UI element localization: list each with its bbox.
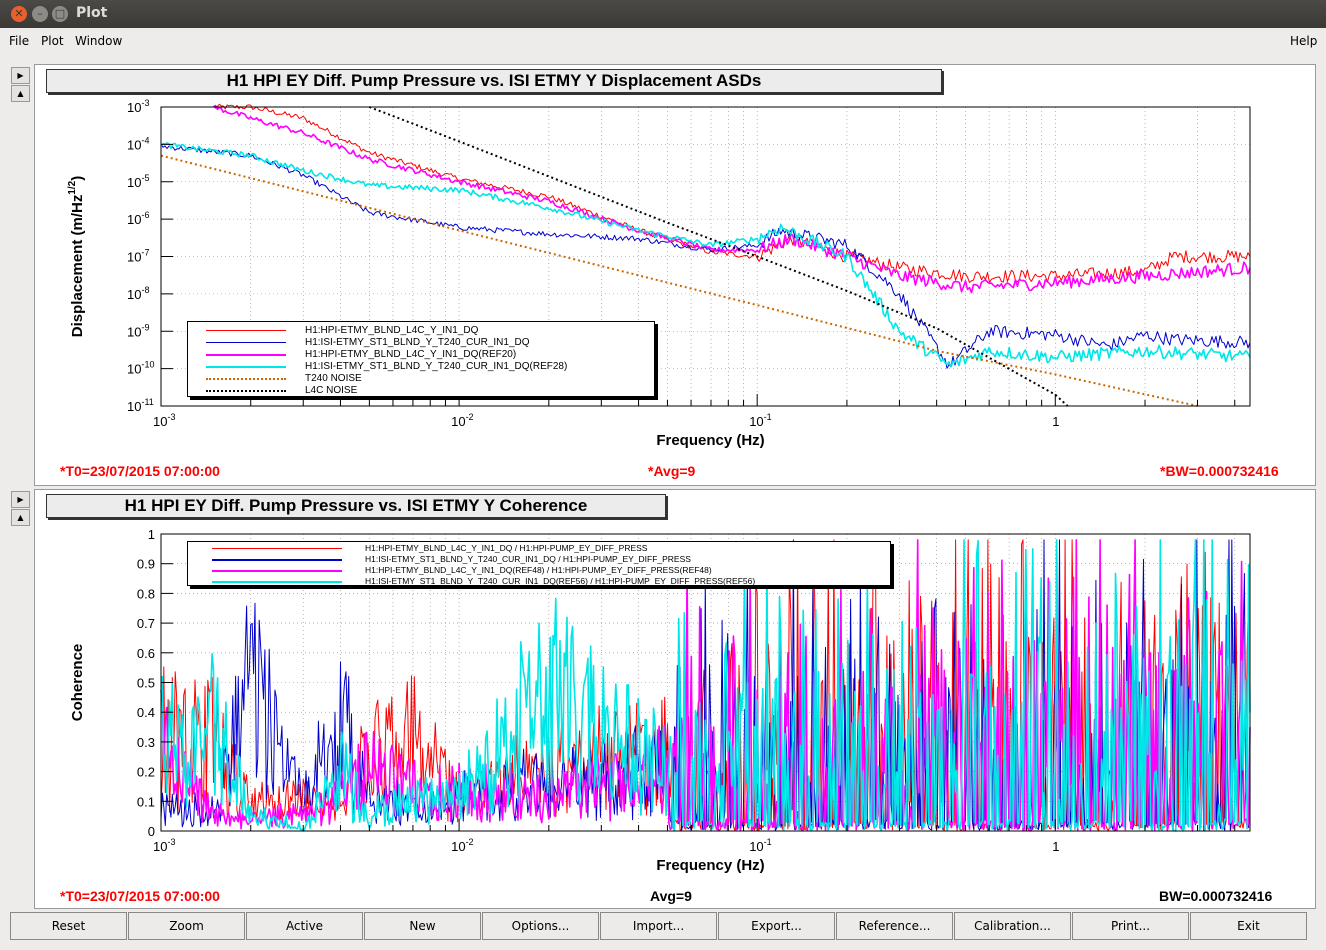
minimize-window-button[interactable]: – (32, 6, 48, 22)
asd-chart: 10-3 10-2 10-1 110-1110-1010-910-810-710-61… (67, 98, 1251, 449)
y-tick-label: 10-5 (127, 173, 149, 190)
legend-line-red (212, 548, 342, 549)
y-tick-label: 0.7 (137, 616, 155, 631)
y-tick-label: 0 (148, 824, 155, 839)
reset-button[interactable]: Reset (10, 912, 127, 940)
y-tick-label: 10-4 (127, 135, 149, 152)
top-legend-entry: T240 NOISE (188, 373, 656, 385)
legend-line-magenta (206, 354, 286, 356)
bottom-legend-entry: H1:ISI-ETMY_ST1_BLND_Y_T240_CUR_IN1_DQ(R… (188, 576, 892, 587)
maximize-window-button[interactable]: □ (52, 6, 68, 22)
y-tick-label: 0.4 (137, 705, 155, 720)
top-avg-label: *Avg=9 (648, 463, 696, 479)
legend-line-red (206, 330, 286, 331)
new-button[interactable]: New (364, 912, 481, 940)
legend-line-orange (206, 378, 286, 380)
menubar: File Plot Window Help (0, 30, 1326, 54)
top-bw-label: *BW=0.000732416 (1160, 463, 1279, 479)
bottom-legend: H1:HPI-ETMY_BLND_L4C_Y_IN1_DQ / H1:HPI-P… (187, 541, 891, 586)
close-window-button[interactable]: ✕ (11, 6, 27, 22)
import-button[interactable]: Import... (600, 912, 717, 940)
y-tick-label: 10-9 (127, 322, 149, 339)
y-tick-label: 0.9 (137, 557, 155, 572)
zoom-button[interactable]: Zoom (128, 912, 245, 940)
window-title: Plot (76, 5, 108, 21)
y-tick-label: 1 (148, 527, 155, 542)
legend-line-magenta (212, 570, 342, 572)
y-tick-label: 0.3 (137, 735, 155, 750)
top-legend-entry: H1:ISI-ETMY_ST1_BLND_Y_T240_CUR_IN1_DQ(R… (188, 361, 656, 373)
x-tick-label: 10-3 (153, 412, 175, 429)
y-tick-label: 0.1 (137, 794, 155, 809)
y-tick-label: 10-8 (127, 285, 149, 302)
y-tick-label: 0.8 (137, 586, 155, 601)
menu-plot[interactable]: Plot (41, 34, 64, 48)
x-tick-label: 10-3 (153, 837, 175, 854)
options-button[interactable]: Options... (482, 912, 599, 940)
x-tick-label: 10-1 (749, 412, 771, 429)
top-plot-title: H1 HPI EY Diff. Pump Pressure vs. ISI ET… (46, 69, 942, 93)
top-legend-entry: L4C NOISE (188, 385, 656, 397)
y-tick-label: 0.5 (137, 676, 155, 691)
top-legend-entry: H1:HPI-ETMY_BLND_L4C_Y_IN1_DQ (188, 325, 656, 337)
menu-window[interactable]: Window (75, 34, 122, 48)
series-red-line (213, 103, 1251, 283)
bottom-plot-title: H1 HPI EY Diff. Pump Pressure vs. ISI ET… (46, 494, 666, 518)
bottom-bw-label: BW=0.000732416 (1159, 888, 1273, 904)
y-tick-label: 10-3 (127, 98, 149, 115)
pad-select-arrow-bottom[interactable]: ▶ (11, 491, 30, 508)
y-axis-title: Displacement (m/Hz1/2) (67, 176, 86, 337)
pad-expand-up-top[interactable]: ▲ (11, 85, 30, 102)
reference-button[interactable]: Reference... (836, 912, 953, 940)
legend-line-blue (212, 559, 342, 561)
calibration-button[interactable]: Calibration... (954, 912, 1071, 940)
x-tick-label: 1 (1052, 414, 1059, 429)
x-tick-label: 10-2 (451, 412, 473, 429)
y-tick-label: 0.6 (137, 646, 155, 661)
legend-line-cyan (212, 581, 342, 583)
y-tick-label: 0.2 (137, 765, 155, 780)
bottom-t0-label: *T0=23/07/2015 07:00:00 (60, 888, 220, 904)
bottom-legend-entry: H1:ISI-ETMY_ST1_BLND_Y_T240_CUR_IN1_DQ /… (188, 554, 892, 565)
menu-file[interactable]: File (9, 34, 29, 48)
pad-select-arrow-top[interactable]: ▶ (11, 67, 30, 84)
top-legend: H1:HPI-ETMY_BLND_L4C_Y_IN1_DQ H1:ISI-ETM… (187, 321, 655, 397)
y-tick-label: 10-7 (127, 248, 149, 265)
x-tick-label: 10-1 (749, 837, 771, 854)
bottom-legend-entry: H1:HPI-ETMY_BLND_L4C_Y_IN1_DQ(REF48) / H… (188, 565, 892, 576)
toolbar: Reset Zoom Active New Options... Import... Exp… (10, 912, 1316, 940)
series-magenta-line (213, 104, 1251, 294)
bottom-legend-entry: H1:HPI-ETMY_BLND_L4C_Y_IN1_DQ / H1:HPI-P… (188, 543, 892, 554)
print-button[interactable]: Print... (1072, 912, 1189, 940)
legend-line-cyan (206, 366, 286, 368)
legend-line-black (206, 390, 286, 392)
window-titlebar: ✕ – □ Plot (0, 0, 1326, 28)
export-button[interactable]: Export... (718, 912, 835, 940)
top-plot-pad[interactable]: 10-3 10-2 10-1 1 10-11 10-10 10-9 10-8 10-7 10-6 1… (34, 64, 1316, 486)
x-axis-title: Frequency (Hz) (656, 857, 764, 874)
top-legend-entry: H1:HPI-ETMY_BLND_L4C_Y_IN1_DQ(REF20) (188, 349, 656, 361)
y-axis-title: Coherence (69, 644, 86, 722)
active-button[interactable]: Active (246, 912, 363, 940)
y-tick-label: 10-6 (127, 210, 149, 227)
menu-help[interactable]: Help (1290, 34, 1317, 48)
top-legend-entry: H1:ISI-ETMY_ST1_BLND_Y_T240_CUR_IN1_DQ (188, 337, 656, 349)
bottom-avg-label: Avg=9 (650, 888, 692, 904)
x-axis-title: Frequency (Hz) (656, 432, 764, 449)
x-tick-label: 1 (1052, 839, 1059, 854)
exit-button[interactable]: Exit (1190, 912, 1307, 940)
bottom-plot-pad[interactable]: 10-3 10-2 10-1 1 0 0.1 0.2 0.3 0.4 0.5 0.6 0.7 0.8 0.… (34, 489, 1316, 909)
top-t0-label: *T0=23/07/2015 07:00:00 (60, 463, 220, 479)
y-tick-label: 10-11 (127, 397, 154, 414)
x-tick-label: 10-2 (451, 837, 473, 854)
legend-line-blue (206, 342, 286, 343)
y-tick-label: 10-10 (127, 360, 154, 377)
pad-expand-up-bottom[interactable]: ▲ (11, 509, 30, 526)
